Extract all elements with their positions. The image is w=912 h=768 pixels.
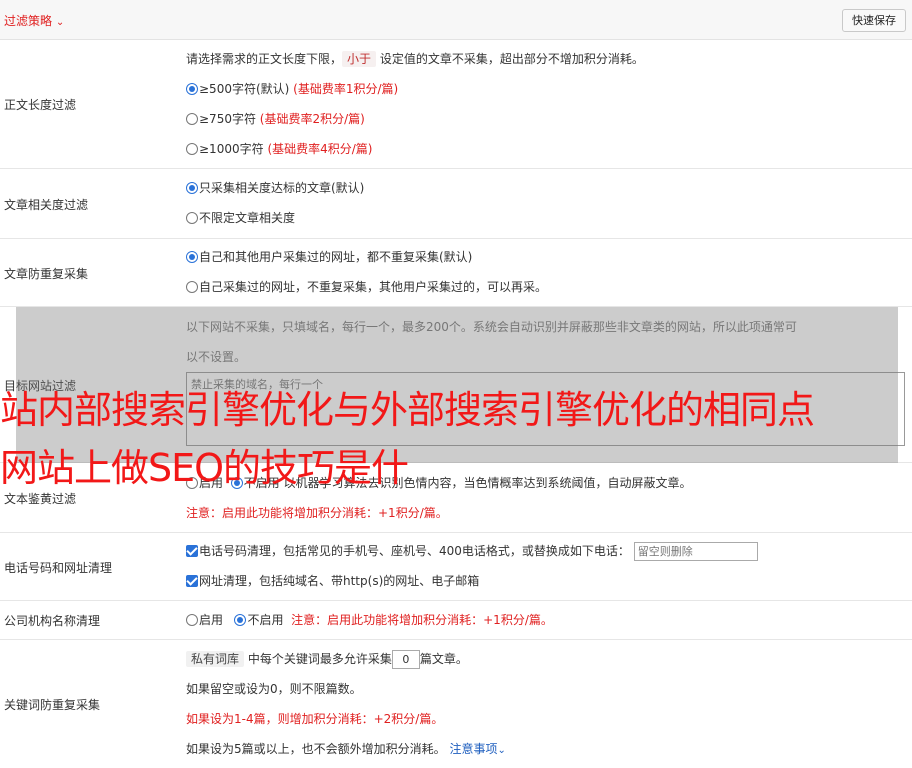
length-option-500[interactable]: ≥500字符(默认) (基础费率1积分/篇)	[186, 81, 398, 97]
private-lexicon-tag[interactable]: 私有词库	[186, 651, 245, 667]
row-keyword-dedup: 关键词防重复采集 私有词库 中每个关键词最多允许采集篇文章。 如果留空或设为0，…	[0, 640, 912, 768]
checkbox[interactable]	[186, 575, 198, 587]
row-label: 文本鉴黄过滤	[4, 492, 77, 506]
filter-header: 过滤策略 ⌄ 快速保存	[0, 0, 912, 40]
row-company-clean: 公司机构名称清理 启用 不启用 注意：启用此功能将增加积分消耗：+1积分/篇。	[0, 601, 912, 640]
double-chevron-down-icon: ⌄	[55, 17, 65, 28]
url-clean-option[interactable]: 网址清理，包括纯域名、带http(s)的网址、电子邮箱	[186, 573, 479, 589]
radio-button[interactable]	[186, 113, 198, 125]
row-dedup: 文章防重复采集 自己和其他用户采集过的网址，都不重复采集(默认) 自己采集过的网…	[0, 239, 912, 307]
relevance-option-qualified[interactable]: 只采集相关度达标的文章(默认)	[186, 180, 364, 196]
phone-clean-option[interactable]: 电话号码清理，包括常见的手机号、座机号、400电话格式，或替换成如下电话：	[186, 542, 758, 561]
banner-line-1: 站内部搜索引擎优化与外部搜索引擎优化的相同点	[0, 388, 815, 432]
radio-button[interactable]	[186, 614, 198, 626]
chevron-down-icon: ⌄	[497, 745, 506, 756]
radio-button[interactable]	[186, 251, 198, 263]
relevance-option-unlimited[interactable]: 不限定文章相关度	[186, 210, 295, 226]
radio-button[interactable]	[186, 182, 198, 194]
dedup-option-self[interactable]: 自己采集过的网址，不重复采集，其他用户采集过的，可以再采。	[186, 279, 547, 295]
radio-button[interactable]	[186, 212, 198, 224]
filter-strategy-toggle[interactable]: 过滤策略 ⌄	[4, 12, 64, 29]
keyword-rule-3: 如果设为5篇或以上，也不会额外增加积分消耗。 注意事项⌄	[186, 742, 506, 756]
row-label: 文章防重复采集	[4, 267, 89, 281]
banner-line-2: 网站上做SEO的技巧是什	[0, 446, 409, 490]
row-length-filter: 正文长度过滤 请选择需求的正文长度下限， 小于 设定值的文章不采集，超出部分不增加…	[0, 40, 912, 169]
row-label: 关键词防重复采集	[4, 698, 101, 712]
radio-button[interactable]	[186, 281, 198, 293]
row-label: 正文长度过滤	[4, 98, 77, 112]
row-label: 电话号码和网址清理	[4, 561, 113, 575]
keyword-limit-line: 私有词库 中每个关键词最多允许采集篇文章。	[186, 650, 468, 669]
site-desc-line2: 以不设置。	[186, 350, 247, 364]
notes-link[interactable]: 注意事项⌄	[449, 742, 505, 756]
keyword-rule-1: 如果留空或设为0，则不限篇数。	[186, 682, 362, 696]
row-label: 公司机构名称清理	[4, 614, 101, 628]
company-clean-options: 启用 不启用 注意：启用此功能将增加积分消耗：+1积分/篇。	[186, 612, 553, 628]
radio-button[interactable]	[234, 614, 247, 626]
length-desc: 请选择需求的正文长度下限， 小于 设定值的文章不采集，超出部分不增加积分消耗。	[186, 51, 644, 67]
less-than-tag: 小于	[342, 51, 377, 67]
quick-save-button[interactable]: 快速保存	[842, 9, 906, 32]
row-relevance-filter: 文章相关度过滤 只采集相关度达标的文章(默认) 不限定文章相关度	[0, 170, 912, 239]
radio-button[interactable]	[186, 83, 198, 95]
radio-button[interactable]	[186, 143, 198, 155]
keyword-limit-input[interactable]	[391, 650, 420, 669]
keyword-rule-2: 如果设为1-4篇，则增加积分消耗：+2积分/篇。	[186, 712, 444, 726]
dedup-option-all[interactable]: 自己和其他用户采集过的网址，都不重复采集(默认)	[186, 249, 472, 265]
porn-filter-note: 注意：启用此功能将增加积分消耗：+1积分/篇。	[186, 506, 448, 520]
length-option-750[interactable]: ≥750字符 (基础费率2积分/篇)	[186, 111, 365, 127]
checkbox[interactable]	[186, 545, 198, 557]
length-option-1000[interactable]: ≥1000字符 (基础费率4积分/篇)	[186, 141, 372, 157]
header-title: 过滤策略	[4, 14, 53, 28]
row-label: 文章相关度过滤	[4, 198, 89, 212]
row-contact-clean: 电话号码和网址清理 电话号码清理，包括常见的手机号、座机号、400电话格式，或替…	[0, 533, 912, 601]
site-desc-line1: 以下网站不采集，只填域名，每行一个，最多200个。系统会自动识别并屏蔽那些非文章…	[186, 320, 797, 334]
replacement-phone-input[interactable]	[633, 542, 758, 561]
